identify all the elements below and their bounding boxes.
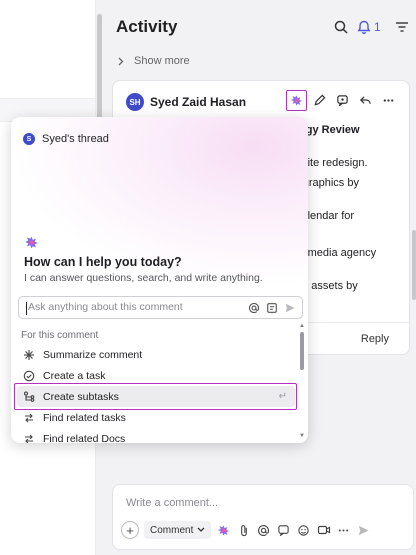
ask-field-actions [248,301,296,319]
mention-icon[interactable] [248,301,260,319]
menu-item-label: Find related Docs [43,432,126,444]
more-options-icon[interactable] [378,90,399,111]
help-subheading: I can answer questions, search, and writ… [24,272,263,284]
enter-key-icon: ↵ [278,391,287,402]
bell-icon [357,20,371,34]
menu-item-find-related-docs[interactable]: Find related Docs [11,428,308,443]
ai-logo-icon [24,235,39,250]
comment-author[interactable]: Syed Zaid Hasan [150,95,246,109]
ai-assistant-popup: S Syed's thread How can I help you today… [11,117,308,443]
reply-button[interactable]: Reply [361,333,389,345]
search-icon[interactable] [333,19,349,35]
help-heading: How can I help you today? [24,255,182,269]
ask-field[interactable] [18,296,303,319]
ai-sparkle-icon[interactable] [216,523,231,538]
chevron-right-icon [118,57,124,65]
sparkle-icon [23,349,35,361]
add-button[interactable]: + [121,521,139,539]
activity-header: Activity 1 [104,0,416,54]
menu-item-label: Create a task [43,369,106,382]
notifications-button[interactable]: 1 [357,18,387,36]
thread-header: S Syed's thread [23,133,109,145]
comment-composer: Write a comment... + Comment [112,484,414,550]
filter-icon[interactable] [394,19,410,35]
menu-item-find-related-tasks[interactable]: Find related tasks [11,407,308,428]
notification-count: 1 [374,20,381,34]
send-icon[interactable] [284,301,296,319]
scroll-down-arrow-icon[interactable]: ▼ [299,433,305,439]
menu-item-label: Summarize comment [43,348,143,361]
menu-item-create-task[interactable]: Create a task [11,365,308,386]
ai-assistant-button[interactable] [286,90,307,111]
ai-sparkle-icon [290,95,303,106]
subtasks-icon [23,390,35,403]
chevron-down-icon [197,527,205,532]
emoji-icon[interactable] [296,523,311,538]
attach-doc-icon[interactable] [266,301,278,319]
avatar[interactable]: SH [126,93,144,111]
left-scrollbar[interactable] [97,14,102,124]
menu-item-label: Find related tasks [43,411,126,424]
send-icon[interactable] [356,523,371,538]
more-options-icon[interactable] [336,523,351,538]
assign-comment-icon[interactable] [332,90,353,111]
text-caret [26,302,27,315]
comment-text-line: al media agency [296,247,377,259]
related-icon [23,412,35,424]
activity-scrollbar[interactable] [412,230,416,300]
task-check-icon [23,370,35,382]
video-icon[interactable] [316,523,331,538]
comment-type-label: Comment [150,524,194,536]
mention-icon[interactable] [256,523,271,538]
show-more-button[interactable]: Show more [118,55,190,67]
thread-title: Syed's thread [42,133,109,145]
menu-item-label: Create subtasks [43,390,119,403]
menu-item-summarize-comment[interactable]: Summarize comment [11,344,308,365]
composer-toolbar: + Comment [121,521,371,539]
scroll-up-arrow-icon[interactable]: ▲ [299,323,305,329]
activity-title: Activity [116,17,178,36]
thread-avatar: S [23,133,35,145]
edit-icon[interactable] [309,90,330,111]
ai-action-menu: Summarize comment Create a task Create s… [11,344,308,443]
section-label: For this comment [21,330,99,341]
comment-input[interactable]: Write a comment... [126,497,218,509]
comment-actions [286,90,399,111]
reply-arrow-icon[interactable] [355,90,376,111]
menu-scrollbar-thumb[interactable] [300,332,304,370]
show-more-label: Show more [134,55,190,67]
assign-comment-icon[interactable] [276,523,291,538]
ask-input[interactable] [28,301,233,313]
attachment-icon[interactable] [236,523,251,538]
comment-type-dropdown[interactable]: Comment [144,521,212,539]
related-icon [23,433,35,444]
menu-item-create-subtasks[interactable]: Create subtasks ↵ [17,386,295,407]
